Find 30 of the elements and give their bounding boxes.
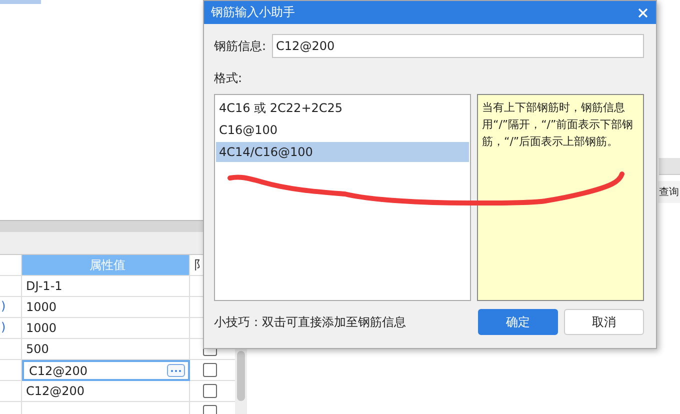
field-label: 钢筋信息: bbox=[214, 38, 266, 54]
ellipsis-icon bbox=[170, 368, 182, 372]
cancel-button[interactable]: 取消 bbox=[564, 309, 644, 335]
list-item[interactable]: C16@100 bbox=[216, 120, 469, 140]
edit-field[interactable]: C12@200 bbox=[22, 360, 190, 381]
checkbox[interactable] bbox=[203, 363, 217, 377]
row-marker: ) bbox=[1, 320, 6, 334]
more-button[interactable] bbox=[167, 364, 185, 377]
checkbox[interactable] bbox=[203, 384, 217, 398]
table-cell: 1000 bbox=[22, 318, 190, 339]
row-header bbox=[0, 360, 22, 381]
format-label: 格式: bbox=[214, 70, 244, 87]
close-icon[interactable] bbox=[638, 8, 648, 18]
query-button[interactable]: 查询 bbox=[658, 181, 680, 203]
field-value: C12@200 bbox=[29, 364, 88, 378]
list-item[interactable]: 4C14/C16@100 bbox=[216, 142, 469, 162]
column-header: 属性值 bbox=[22, 255, 190, 276]
table-cell: C12@200 bbox=[22, 381, 190, 402]
description-text: 当有上下部钢筋时，钢筋信息用“/”隔开，“/”前面表示下部钢筋，“/”后面表示上部钢筋。 bbox=[482, 101, 634, 148]
table-cell: DJ-1-1 bbox=[22, 276, 190, 297]
dialog-title: 钢筋输入小助手 bbox=[211, 4, 295, 21]
list-item[interactable]: 4C16 或 2C22+2C25 bbox=[216, 98, 469, 118]
table-cell: 1000 bbox=[22, 297, 190, 318]
row-marker: ) bbox=[1, 299, 6, 313]
input-field[interactable]: C12@200 bbox=[272, 34, 644, 58]
tip-text: 小技巧：双击可直接添加至钢筋信息 bbox=[214, 314, 407, 330]
table-cell: 500 bbox=[22, 339, 190, 360]
panel-strip bbox=[659, 158, 680, 175]
ok-button[interactable]: 确定 bbox=[478, 309, 558, 335]
scrollbar-thumb[interactable] bbox=[237, 351, 245, 401]
